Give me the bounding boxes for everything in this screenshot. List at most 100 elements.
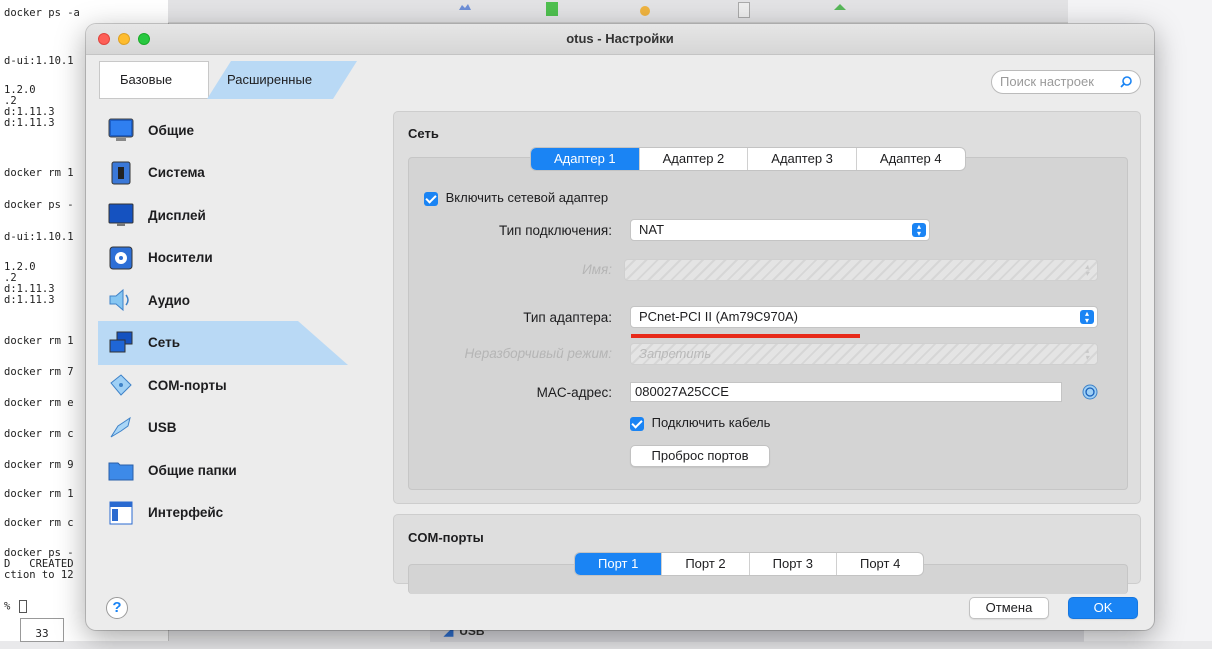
promiscuous-mode-value: Запретить (639, 346, 712, 361)
settings-toolbar-icon (459, 4, 471, 10)
sidebar-item-general[interactable]: Общие (98, 109, 353, 152)
user-interface-icon (108, 500, 134, 526)
network-panel: Сеть Адаптер 1 Адаптер 2 Адаптер 3 Адапт… (393, 111, 1141, 504)
adapter-type-value: PCnet-PCI II (Am79C970A) (639, 309, 798, 324)
sidebar-item-network[interactable]: Сеть (98, 322, 353, 365)
adapter-type-select[interactable]: PCnet-PCI II (Am79C970A) ▴ ▾ (630, 306, 1098, 328)
mode-tabs: Базовые Расширенные (99, 61, 349, 99)
zoom-window-button[interactable] (138, 33, 150, 45)
enable-adapter-checkbox[interactable]: Включить сетевой адаптер (424, 190, 608, 206)
settings-sidebar: Общие Система Дисплей Носители Аудио Сет… (98, 109, 353, 589)
terminal-line: d-ui:1.10.1 (4, 231, 74, 243)
refresh-mac-icon[interactable] (1082, 384, 1098, 400)
terminal-line: docker rm 1 (4, 488, 74, 500)
sidebar-item-usb[interactable]: USB (98, 407, 353, 450)
settings-dialog: otus - Настройки Базовые Расширенные Пои… (86, 24, 1154, 630)
sidebar-item-label: Носители (148, 250, 213, 266)
cancel-button[interactable]: Отмена (969, 597, 1049, 619)
dialog-title: otus - Настройки (566, 31, 674, 46)
mode-tab-basic[interactable]: Базовые (99, 61, 209, 99)
attached-to-select[interactable]: NAT ▴ ▾ (630, 219, 930, 241)
enable-adapter-label: Включить сетевой адаптер (445, 190, 609, 205)
tab-adapter-4[interactable]: Адаптер 4 (857, 148, 965, 170)
terminal-line: docker rm 1 (4, 167, 74, 179)
serial-ports-icon (108, 372, 134, 398)
help-button[interactable]: ? (106, 597, 128, 619)
storage-icon (108, 245, 134, 271)
sidebar-item-label: USB (148, 420, 177, 436)
terminal-line: docker rm c (4, 517, 74, 529)
checkmark-icon (424, 191, 438, 206)
tab-adapter-3[interactable]: Адаптер 3 (748, 148, 857, 170)
sidebar-item-label: Сеть (148, 335, 180, 351)
mac-address-field[interactable]: 080027A25CCE (630, 382, 1062, 402)
tab-port-3[interactable]: Порт 3 (750, 553, 837, 575)
tab-adapter-2[interactable]: Адаптер 2 (640, 148, 749, 170)
cable-connected-label: Подключить кабель (651, 415, 771, 430)
settings-search-input[interactable]: Поиск настроек (991, 70, 1141, 94)
terminal-line: docker ps - (4, 199, 74, 211)
terminal-line: docker ps -a (4, 7, 80, 19)
sidebar-item-audio[interactable]: Аудио (98, 279, 353, 322)
terminal-cursor (18, 600, 27, 613)
ok-button[interactable]: OK (1068, 597, 1138, 619)
sidebar-item-label: Общие (148, 122, 195, 138)
sidebar-item-shared-folders[interactable]: Общие папки (98, 449, 353, 492)
sidebar-item-label: Общие папки (148, 462, 237, 478)
background-toolbar (168, 0, 1068, 23)
terminal-line: docker rm e (4, 397, 74, 409)
audio-icon (108, 287, 134, 313)
sidebar-item-system[interactable]: Система (98, 152, 353, 195)
chevron-up-down-icon: ▴ ▾ (1084, 346, 1089, 362)
tab-adapter-1[interactable]: Адаптер 1 (531, 148, 640, 170)
dialog-titlebar: otus - Настройки (86, 24, 1154, 55)
sidebar-item-label: Дисплей (148, 207, 206, 223)
tab-port-2[interactable]: Порт 2 (662, 553, 750, 575)
sidebar-item-display[interactable]: Дисплей (98, 194, 353, 237)
terminal-prompt[interactable]: % (4, 600, 27, 613)
port-forwarding-button[interactable]: Проброс портов (630, 445, 770, 467)
mac-address-label: MAC-адрес: (536, 385, 612, 400)
diamond-toolbar-icon (834, 4, 846, 10)
adapter-type-label: Тип адаптера: (523, 310, 612, 325)
terminal-line-number: 33 (20, 618, 64, 642)
terminal-line: d:1.11.3 (4, 117, 55, 129)
port-tabs: Порт 1 Порт 2 Порт 3 Порт 4 (575, 553, 924, 575)
sidebar-item-label: Система (148, 165, 205, 181)
name-select: ▴ ▾ (624, 259, 1098, 281)
display-icon (108, 202, 134, 228)
checkmark-icon (630, 416, 644, 431)
terminal-line: docker rm 9 (4, 459, 74, 471)
sidebar-item-serial-ports[interactable]: COM-порты (98, 364, 353, 407)
general-icon (108, 117, 134, 143)
gear-toolbar-icon (640, 6, 650, 16)
system-icon (108, 160, 134, 186)
sidebar-item-storage[interactable]: Носители (98, 237, 353, 280)
com-ports-panel-title: COM-порты (408, 530, 484, 545)
terminal-line: d-ui:1.10.1 (4, 55, 74, 67)
minimize-window-button[interactable] (118, 33, 130, 45)
terminal-line: docker rm 1 (4, 335, 74, 347)
promiscuous-mode-label: Неразборчивый режим: (464, 346, 612, 361)
terminal-line: ction to 12 (4, 569, 74, 581)
promiscuous-mode-select: Запретить ▴ ▾ (630, 343, 1098, 365)
mode-tab-advanced[interactable]: Расширенные (207, 61, 357, 99)
network-icon (108, 330, 134, 356)
tab-port-1[interactable]: Порт 1 (575, 553, 663, 575)
terminal-line: d:1.11.3 (4, 294, 55, 306)
red-underline-annotation (631, 334, 860, 338)
sidebar-item-user-interface[interactable]: Интерфейс (98, 492, 353, 535)
sidebar-item-label: COM-порты (148, 377, 227, 393)
tab-port-4[interactable]: Порт 4 (837, 553, 923, 575)
chevron-up-down-icon: ▴ ▾ (1080, 310, 1094, 325)
com-ports-panel: COM-порты Порт 1 Порт 2 Порт 3 Порт 4 (393, 514, 1141, 594)
chevron-up-down-icon: ▴ ▾ (1084, 262, 1089, 278)
green-toolbar-icon (546, 2, 558, 16)
usb-icon (108, 415, 134, 441)
adapter-tabs: Адаптер 1 Адаптер 2 Адаптер 3 Адаптер 4 (531, 148, 965, 170)
close-window-button[interactable] (98, 33, 110, 45)
cable-connected-checkbox[interactable]: Подключить кабель (630, 415, 770, 431)
attached-to-value: NAT (639, 222, 665, 237)
shared-folders-icon (108, 457, 134, 483)
search-placeholder: Поиск настроек (1000, 74, 1094, 89)
